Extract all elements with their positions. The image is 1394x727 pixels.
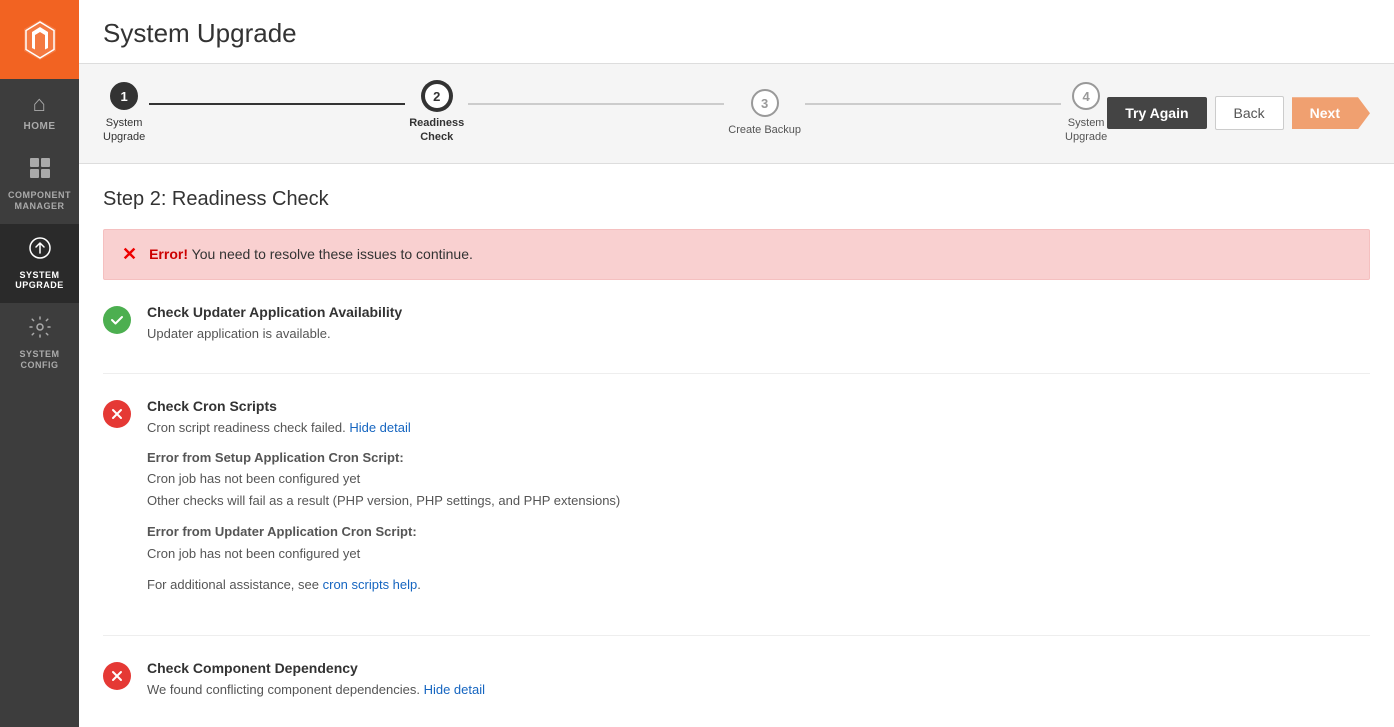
sidebar-item-component-manager[interactable]: COMPONENTMANAGER	[0, 144, 79, 224]
check-desc-dep: We found conflicting component dependenc…	[147, 680, 485, 700]
check-desc-updater: Updater application is available.	[147, 324, 402, 344]
check-error-icon-cron	[103, 400, 131, 428]
sidebar-item-home[interactable]: ⌂ HOME	[0, 79, 79, 144]
check-item-dependency: Check Component Dependency We found conf…	[103, 660, 1370, 702]
error-banner-text: Error! You need to resolve these issues …	[149, 246, 473, 262]
check-body-cron: Check Cron Scripts Cron script readiness…	[147, 398, 620, 607]
sidebar-item-system-config[interactable]: SYSTEMCONFIG	[0, 303, 79, 383]
main-content: System Upgrade 1 SystemUpgrade 2 Readine…	[79, 0, 1394, 727]
step-4: 4 SystemUpgrade	[1065, 82, 1107, 145]
divider-2	[103, 635, 1370, 636]
step-1-circle: 1	[110, 82, 138, 110]
check-title-dep: Check Component Dependency	[147, 660, 485, 676]
check-success-icon	[103, 306, 131, 334]
try-again-button[interactable]: Try Again	[1107, 97, 1206, 129]
step-line-3-4	[805, 103, 1061, 105]
system-upgrade-icon	[28, 236, 52, 266]
check-desc-cron: Cron script readiness check failed. Hide…	[147, 418, 620, 438]
step-2: 2 ReadinessCheck	[409, 82, 464, 145]
step-2-circle: 2	[423, 82, 451, 110]
wizard-bar: 1 SystemUpgrade 2 ReadinessCheck 3 Creat…	[79, 64, 1394, 164]
check-body-updater: Check Updater Application Availability U…	[147, 304, 402, 346]
step-4-label: SystemUpgrade	[1065, 116, 1107, 145]
check-item-cron: Check Cron Scripts Cron script readiness…	[103, 398, 1370, 607]
divider-1	[103, 373, 1370, 374]
check-details-cron: Error from Setup Application Cron Script…	[147, 448, 620, 595]
wizard-buttons: Try Again Back Next	[1107, 96, 1370, 130]
step-2-label: ReadinessCheck	[409, 116, 464, 145]
hide-detail-dep-link[interactable]: Hide detail	[424, 682, 485, 697]
cron-detail-block-2: Error from Updater Application Cron Scri…	[147, 522, 620, 563]
step-line-1-2	[149, 103, 405, 105]
steps-container: 1 SystemUpgrade 2 ReadinessCheck 3 Creat…	[103, 82, 1107, 145]
sidebar: ⌂ HOME COMPONENTMANAGER SYSTEMUPGRADE	[0, 0, 79, 727]
cron-detail-block-3: For additional assistance, see cron scri…	[147, 575, 620, 595]
page-header: System Upgrade	[79, 0, 1394, 64]
check-error-icon-dep	[103, 662, 131, 690]
step-4-circle: 4	[1072, 82, 1100, 110]
step-3-label: Create Backup	[728, 123, 801, 137]
component-manager-icon	[28, 156, 52, 186]
home-icon: ⌂	[33, 91, 47, 117]
page-title: System Upgrade	[103, 18, 1370, 49]
back-button[interactable]: Back	[1215, 96, 1284, 130]
system-config-icon	[28, 315, 52, 345]
sidebar-logo[interactable]	[0, 0, 79, 79]
check-item-updater: Check Updater Application Availability U…	[103, 304, 1370, 346]
check-title-updater: Check Updater Application Availability	[147, 304, 402, 320]
sidebar-item-system-upgrade[interactable]: SYSTEMUPGRADE	[0, 224, 79, 304]
step-title: Step 2: Readiness Check	[103, 188, 1370, 211]
next-button[interactable]: Next	[1292, 97, 1370, 129]
step-1-label: SystemUpgrade	[103, 116, 145, 145]
hide-detail-cron-link[interactable]: Hide detail	[349, 420, 410, 435]
error-x-icon: ✕	[122, 244, 137, 265]
cron-scripts-help-link[interactable]: cron scripts help	[323, 577, 418, 592]
step-line-2-3	[468, 103, 724, 105]
step-3: 3 Create Backup	[728, 89, 801, 137]
check-title-cron: Check Cron Scripts	[147, 398, 620, 414]
content-area: Step 2: Readiness Check ✕ Error! You nee…	[79, 164, 1394, 727]
magento-logo-icon	[18, 18, 62, 62]
step-3-circle: 3	[751, 89, 779, 117]
cron-detail-block-1: Error from Setup Application Cron Script…	[147, 448, 620, 511]
error-banner: ✕ Error! You need to resolve these issue…	[103, 229, 1370, 280]
step-1: 1 SystemUpgrade	[103, 82, 145, 145]
check-body-dependency: Check Component Dependency We found conf…	[147, 660, 485, 702]
